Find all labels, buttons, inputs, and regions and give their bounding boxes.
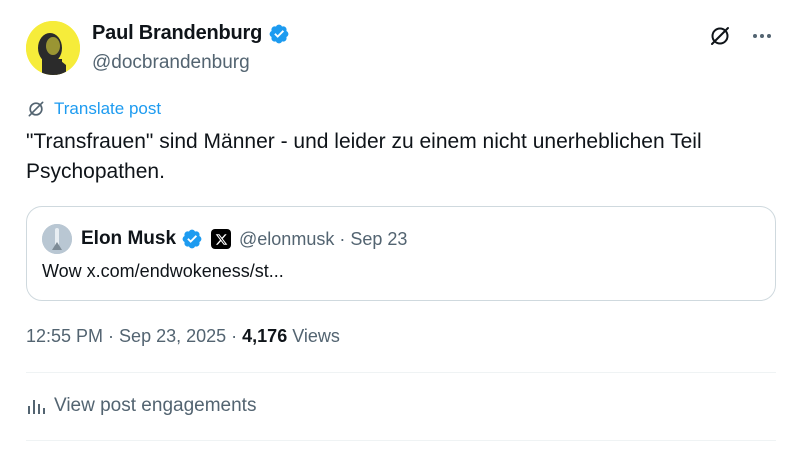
analytics-icon <box>28 400 45 414</box>
quote-separator: · <box>339 228 346 249</box>
divider <box>26 440 776 441</box>
post-text: "Transfrauen" sind Männer - und leider z… <box>26 130 702 183</box>
grok-icon[interactable] <box>708 24 732 48</box>
quote-date[interactable]: Sep 23 <box>350 229 407 250</box>
quote-text: Wow x.com/endwokeness/st... <box>42 261 284 281</box>
quoted-post-card[interactable]: Elon Musk @elonmusk · Sep 23 Wow x.com/e… <box>26 206 776 301</box>
view-engagements-button[interactable]: View post engagements <box>26 395 256 417</box>
author-name-row[interactable]: Paul Brandenburg <box>92 22 290 45</box>
verified-icon <box>182 229 202 249</box>
top-actions <box>708 24 774 48</box>
quote-author-name[interactable]: Elon Musk <box>81 228 176 250</box>
views-count: 4,176 <box>242 326 288 346</box>
more-icon[interactable] <box>750 24 774 48</box>
post-date[interactable]: Sep 23, 2025 <box>119 326 226 347</box>
avatar-face <box>26 21 80 75</box>
x-logo-icon <box>211 229 232 249</box>
views-label: Views <box>292 326 340 346</box>
author-name[interactable]: Paul Brandenburg <box>92 22 262 45</box>
translate-label[interactable]: Translate post <box>54 99 161 119</box>
engagements-label[interactable]: View post engagements <box>54 395 256 417</box>
meta-separator: · <box>231 326 238 346</box>
translate-icon <box>28 101 44 117</box>
quoted-post-header: Elon Musk @elonmusk · Sep 23 <box>42 224 407 254</box>
author-avatar[interactable] <box>26 21 80 75</box>
post-meta-row: 12:55 PM · Sep 23, 2025 · 4,176 Views <box>26 326 340 347</box>
author-handle[interactable]: @docbrandenburg <box>92 52 250 74</box>
translate-post-button[interactable]: Translate post <box>26 99 161 119</box>
divider <box>26 372 776 373</box>
post-time[interactable]: 12:55 PM <box>26 326 103 347</box>
meta-separator: · <box>108 326 115 346</box>
verified-icon <box>269 24 289 43</box>
quote-avatar[interactable] <box>42 224 72 254</box>
quote-author-handle[interactable]: @elonmusk <box>239 229 334 250</box>
